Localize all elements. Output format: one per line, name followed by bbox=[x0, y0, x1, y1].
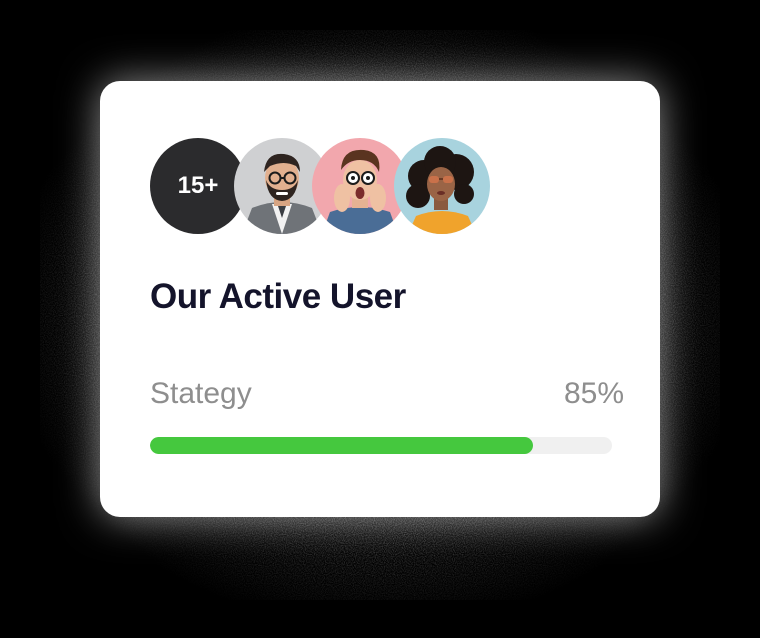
card-title: Our Active User bbox=[150, 277, 406, 316]
progress-bar-fill bbox=[150, 437, 534, 454]
user-count-text: 15+ bbox=[177, 172, 219, 199]
progress-percentage: 85% bbox=[563, 377, 624, 410]
woman-with-sunglasses-avatar bbox=[394, 138, 490, 234]
user-count-badge: 15+ bbox=[150, 138, 246, 234]
progress-bar-track bbox=[150, 437, 612, 454]
avatar-group: 15+ bbox=[150, 138, 490, 234]
progress-label: Stategy bbox=[150, 377, 252, 410]
active-users-card: 15+ Our Active User Stategy 85% bbox=[100, 81, 660, 517]
